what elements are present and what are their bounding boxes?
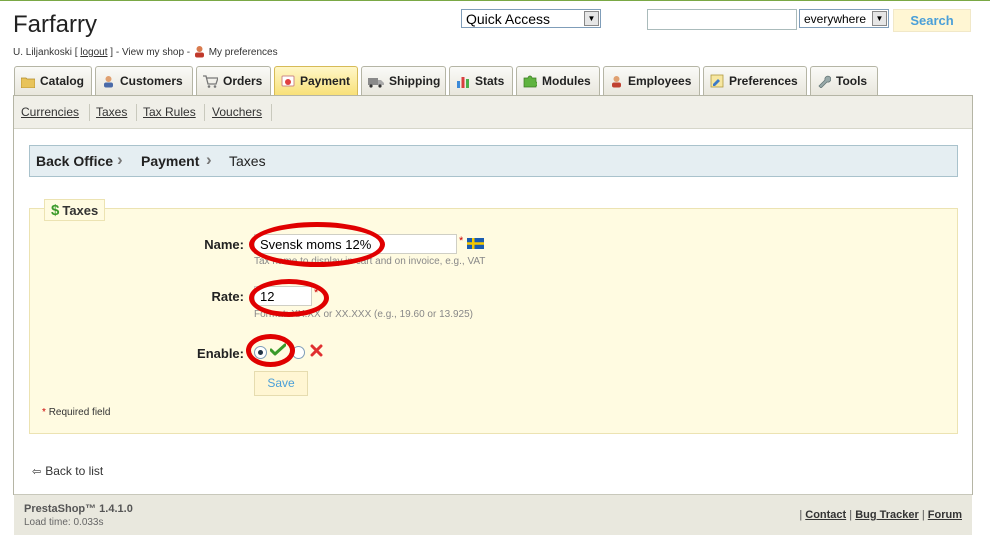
user-tail: ] - View my shop - xyxy=(110,47,191,58)
divider xyxy=(204,104,205,121)
search-scope-select[interactable]: everywhere ▼ xyxy=(799,9,889,28)
preferences-icon xyxy=(710,74,724,91)
breadcrumb-payment[interactable]: Payment xyxy=(141,153,199,169)
preferences-person-icon xyxy=(193,45,206,61)
puzzle-icon xyxy=(523,74,539,91)
chevron-right-icon: › xyxy=(206,150,212,169)
customer-icon xyxy=(102,75,115,91)
tab-shipping[interactable]: Shipping xyxy=(361,66,446,96)
cross-icon xyxy=(310,344,323,360)
form-legend: $ Taxes xyxy=(44,199,106,221)
divider xyxy=(89,104,90,121)
tab-catalog[interactable]: Catalog xyxy=(14,66,92,96)
footer-bug-tracker-link[interactable]: Bug Tracker xyxy=(855,509,919,521)
required-star: * xyxy=(314,287,319,299)
chevron-down-icon: ▼ xyxy=(584,11,599,26)
wrench-icon xyxy=(817,74,832,91)
enable-label: Enable: xyxy=(197,346,244,361)
tab-orders[interactable]: Orders xyxy=(196,66,271,96)
chevron-down-icon: ▼ xyxy=(872,11,887,26)
subnav-tax-rules[interactable]: Tax Rules xyxy=(143,105,196,119)
back-to-list-link[interactable]: ⇦ Back to list xyxy=(32,464,103,478)
folder-icon xyxy=(20,76,36,91)
subnav-currencies[interactable]: Currencies xyxy=(21,105,79,119)
rate-label: Rate: xyxy=(211,289,244,304)
cart-icon xyxy=(203,75,219,91)
search-button[interactable]: Search xyxy=(893,9,971,32)
breadcrumb-taxes: Taxes xyxy=(229,153,266,169)
taxes-form: $ Taxes Name: Svensk moms 12% * Tax name … xyxy=(29,199,958,434)
save-button[interactable]: Save xyxy=(254,371,308,396)
logout-link[interactable]: logout xyxy=(80,47,107,58)
name-label: Name: xyxy=(204,237,244,252)
search-scope-label: everywhere xyxy=(804,12,867,26)
subnav-vouchers[interactable]: Vouchers xyxy=(212,105,262,119)
payment-icon xyxy=(281,74,295,91)
footer-load-time: Load time: 0.033s xyxy=(24,517,104,528)
tab-customers[interactable]: Customers xyxy=(95,66,193,96)
divider xyxy=(271,104,272,121)
employee-icon xyxy=(610,75,623,91)
footer-brand: PrestaShop™ 1.4.1.0 xyxy=(24,503,133,515)
required-field-note: * Required field xyxy=(42,407,111,418)
shop-title: Farfarry xyxy=(13,11,97,38)
footer-links: | Contact | Bug Tracker | Forum xyxy=(799,509,962,521)
tab-tools[interactable]: Tools xyxy=(810,66,878,96)
quick-access-label: Quick Access xyxy=(466,11,551,27)
divider xyxy=(136,104,137,121)
tab-modules[interactable]: Modules xyxy=(516,66,600,96)
sub-navigation: Currencies Taxes Tax Rules Vouchers xyxy=(14,96,972,129)
subnav-taxes[interactable]: Taxes xyxy=(96,105,127,119)
footer: PrestaShop™ 1.4.1.0 Load time: 0.033s | … xyxy=(14,494,972,535)
content-panel: Currencies Taxes Tax Rules Vouchers Back… xyxy=(13,95,973,535)
footer-forum-link[interactable]: Forum xyxy=(928,509,962,521)
user-name: U. Liljankoski [ xyxy=(13,47,78,58)
user-bar: U. Liljankoski [ logout ] - View my shop… xyxy=(13,45,278,61)
tab-payment[interactable]: Payment xyxy=(274,66,358,97)
quick-access-select[interactable]: Quick Access ▼ xyxy=(461,9,601,28)
arrow-left-icon: ⇦ xyxy=(32,466,42,478)
truck-icon xyxy=(368,76,384,91)
check-icon xyxy=(269,343,287,360)
footer-contact-link[interactable]: Contact xyxy=(805,509,846,521)
breadcrumb: Back Office › Payment › Taxes xyxy=(29,145,958,177)
enable-no-radio[interactable] xyxy=(292,346,305,359)
enable-yes-radio[interactable] xyxy=(254,346,267,359)
search-input[interactable] xyxy=(647,9,797,30)
stats-icon xyxy=(456,75,470,91)
my-preferences-link[interactable]: My preferences xyxy=(209,47,278,58)
dollar-icon: $ xyxy=(51,202,60,219)
rate-hint: Format: XX.XX or XX.XXX (e.g., 19.60 or … xyxy=(254,309,473,320)
chevron-right-icon: › xyxy=(117,150,123,169)
tab-employees[interactable]: Employees xyxy=(603,66,700,96)
required-star: * xyxy=(459,235,464,247)
tab-stats[interactable]: Stats xyxy=(449,66,513,96)
breadcrumb-back-office[interactable]: Back Office xyxy=(36,153,113,169)
top-border xyxy=(0,0,990,1)
name-hint: Tax name to display in cart and on invoi… xyxy=(254,256,486,267)
tab-preferences[interactable]: Preferences xyxy=(703,66,807,96)
name-input[interactable]: Svensk moms 12% xyxy=(254,234,457,254)
swedish-flag-icon xyxy=(467,238,484,252)
rate-input[interactable]: 12 xyxy=(254,286,312,306)
